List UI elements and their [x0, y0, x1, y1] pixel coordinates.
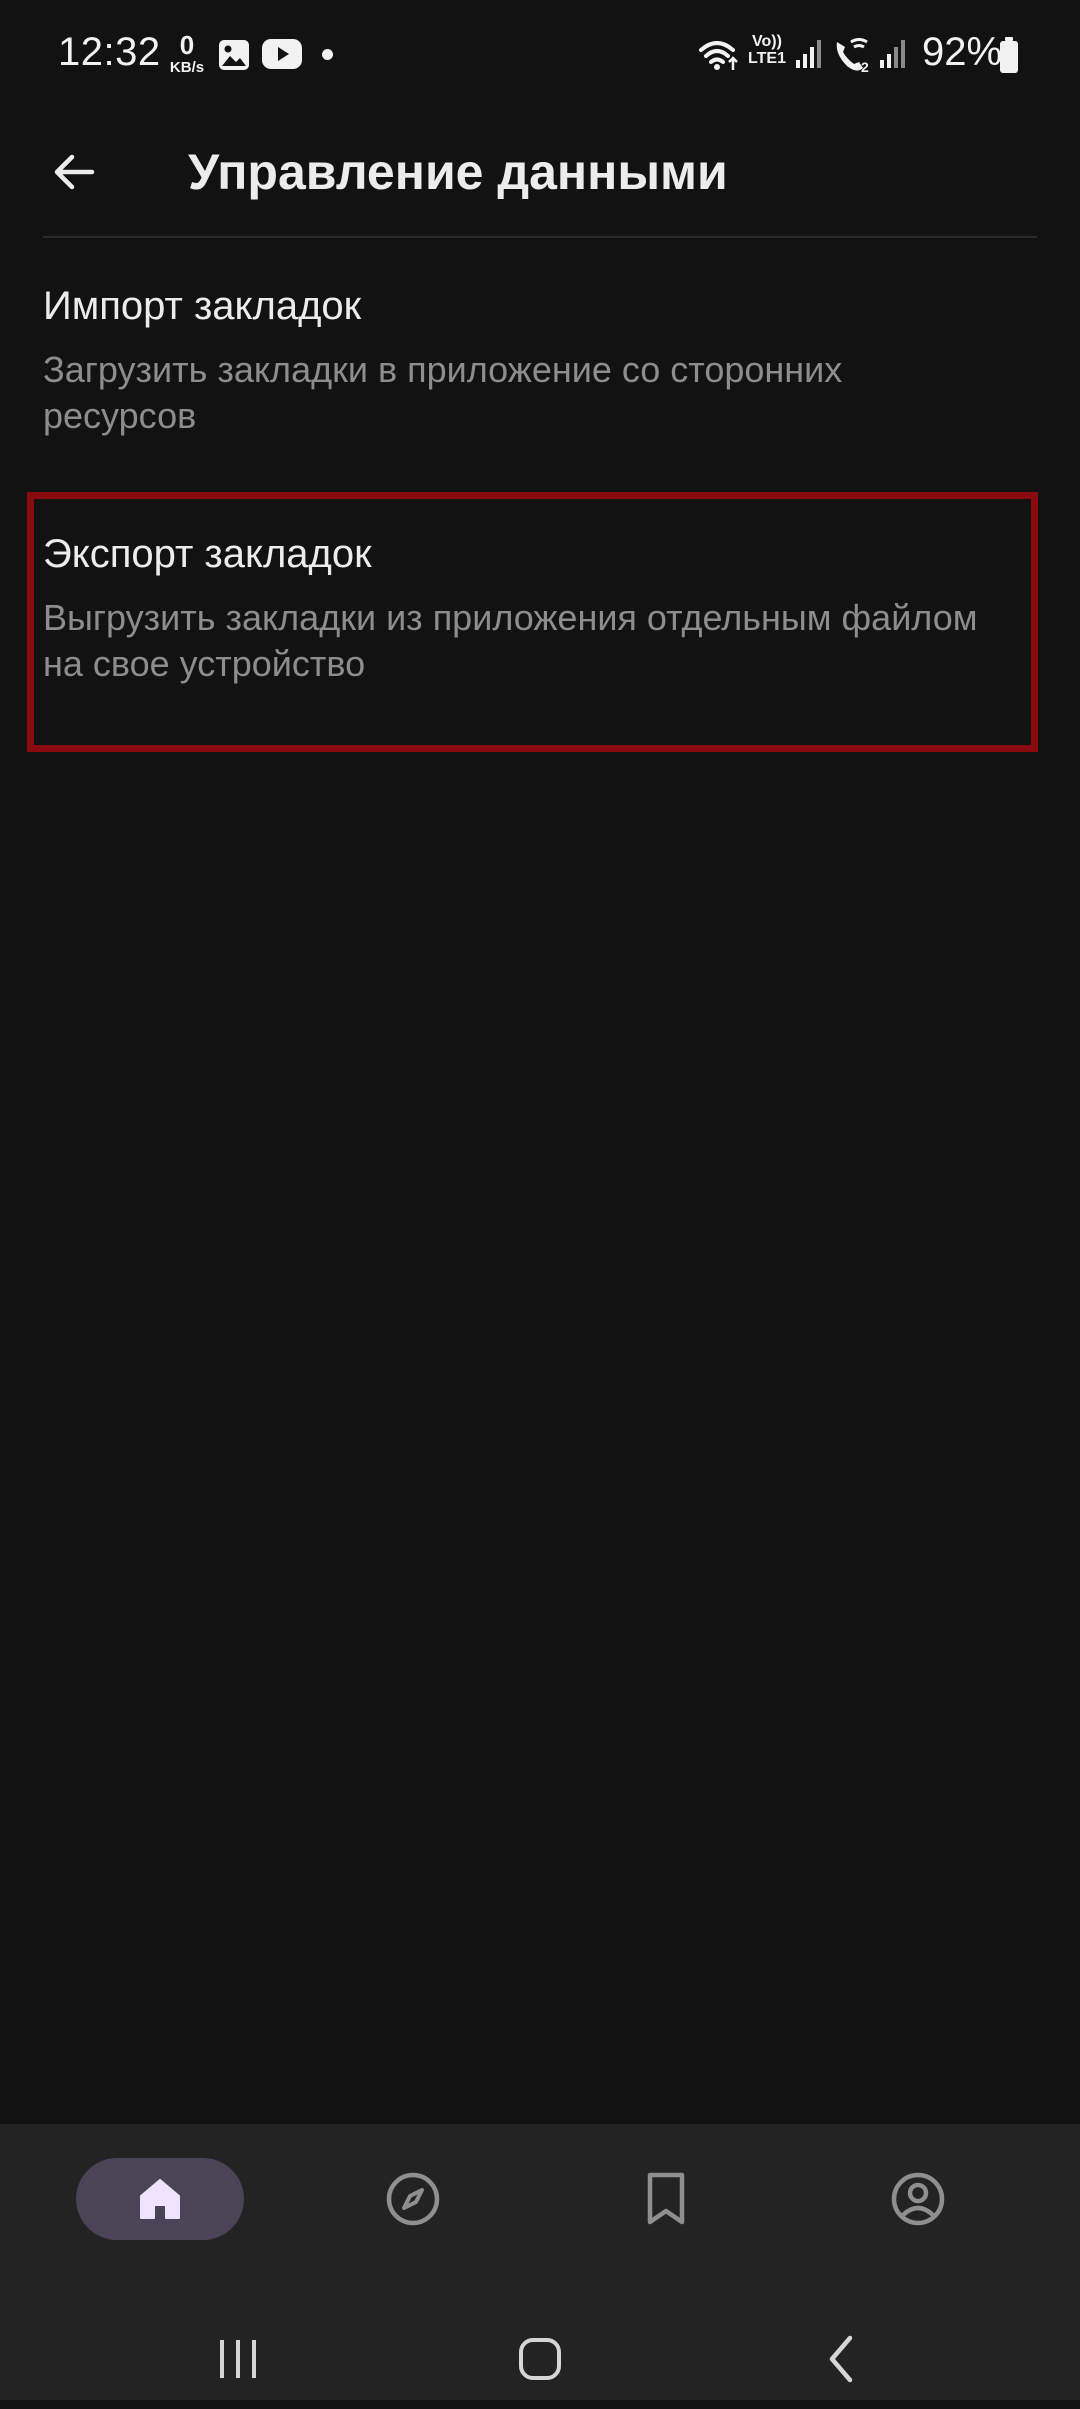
app-bar: Управление данными — [0, 110, 1080, 236]
home-circle-icon — [519, 2338, 561, 2380]
signal-sim2-icon — [880, 40, 905, 68]
page-title: Управление данными — [188, 144, 728, 200]
volte-top-label: Vo)) — [752, 33, 782, 50]
signal-sim1-icon — [796, 40, 821, 68]
back-button[interactable] — [30, 128, 118, 216]
nav-home[interactable] — [76, 2158, 244, 2240]
wifi-icon — [699, 41, 738, 70]
sim2-label: 2 — [861, 59, 869, 74]
network-speed-value: 0 — [179, 30, 195, 60]
more-notifications-dot-icon — [322, 49, 333, 60]
system-back-button[interactable] — [792, 2309, 892, 2409]
back-chevron-icon — [829, 2335, 853, 2383]
bottom-navigation — [0, 2124, 1080, 2400]
nav-explore[interactable] — [329, 2158, 497, 2240]
profile-icon — [891, 2172, 945, 2226]
battery-icon — [1000, 37, 1018, 73]
recents-icon — [220, 2340, 256, 2378]
import-bookmarks-subtitle: Загрузить закладки в приложение со сторо… — [43, 349, 843, 436]
youtube-notification-icon — [262, 39, 302, 69]
arrow-left-icon — [54, 154, 95, 190]
nav-bookmarks[interactable] — [582, 2158, 750, 2240]
compass-icon — [386, 2172, 440, 2226]
nav-profile[interactable] — [834, 2158, 1002, 2240]
highlight-box — [27, 492, 1038, 752]
import-bookmarks-title: Импорт закладок — [43, 284, 362, 328]
battery-percent: 92% — [922, 30, 1003, 74]
volte-indicator: Vo)) LTE1 — [747, 33, 787, 68]
app-bar-divider — [43, 236, 1037, 238]
bookmark-icon — [647, 2172, 685, 2225]
import-bookmarks-item[interactable]: Импорт закладок Загрузить закладки в при… — [0, 262, 1080, 462]
gallery-notification-icon — [219, 40, 249, 70]
home-icon — [140, 2179, 180, 2219]
status-bar: 12:32 0 KB/s Vo)) LTE1 2 92% — [0, 0, 1080, 110]
system-recents-button[interactable] — [188, 2309, 288, 2409]
status-time: 12:32 — [58, 30, 161, 74]
network-speed-unit: KB/s — [169, 59, 205, 76]
system-home-button[interactable] — [490, 2309, 590, 2409]
network-speed: 0 KB/s — [166, 32, 208, 75]
volte-bottom-label: LTE1 — [748, 49, 786, 67]
wifi-calling-icon: 2 — [836, 38, 869, 74]
